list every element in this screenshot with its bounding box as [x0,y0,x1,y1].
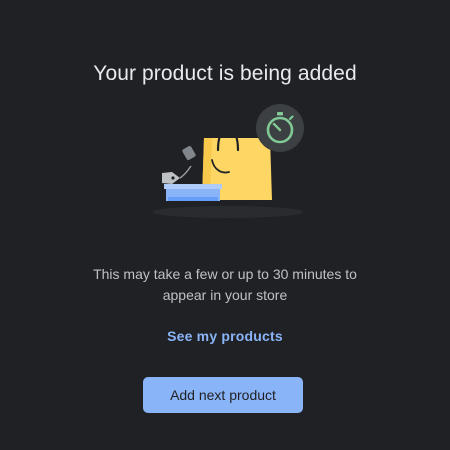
product-added-screen: Your product is being added This may tak… [0,0,450,450]
processing-message: This may take a few or up to 30 minutes … [60,264,390,306]
product-added-illustration [150,100,310,225]
ground-shadow [153,206,303,218]
illustration-svg [153,104,304,218]
see-my-products-link[interactable]: See my products [0,328,450,344]
stopwatch-icon [256,104,304,152]
page-title: Your product is being added [93,62,357,85]
message-line-1: This may take a few or up to 30 minutes … [93,266,357,282]
price-tag-icon [162,146,196,184]
message-line-2: appear in your store [162,287,288,303]
add-next-product-button[interactable]: Add next product [143,377,303,413]
box-icon [164,184,222,201]
